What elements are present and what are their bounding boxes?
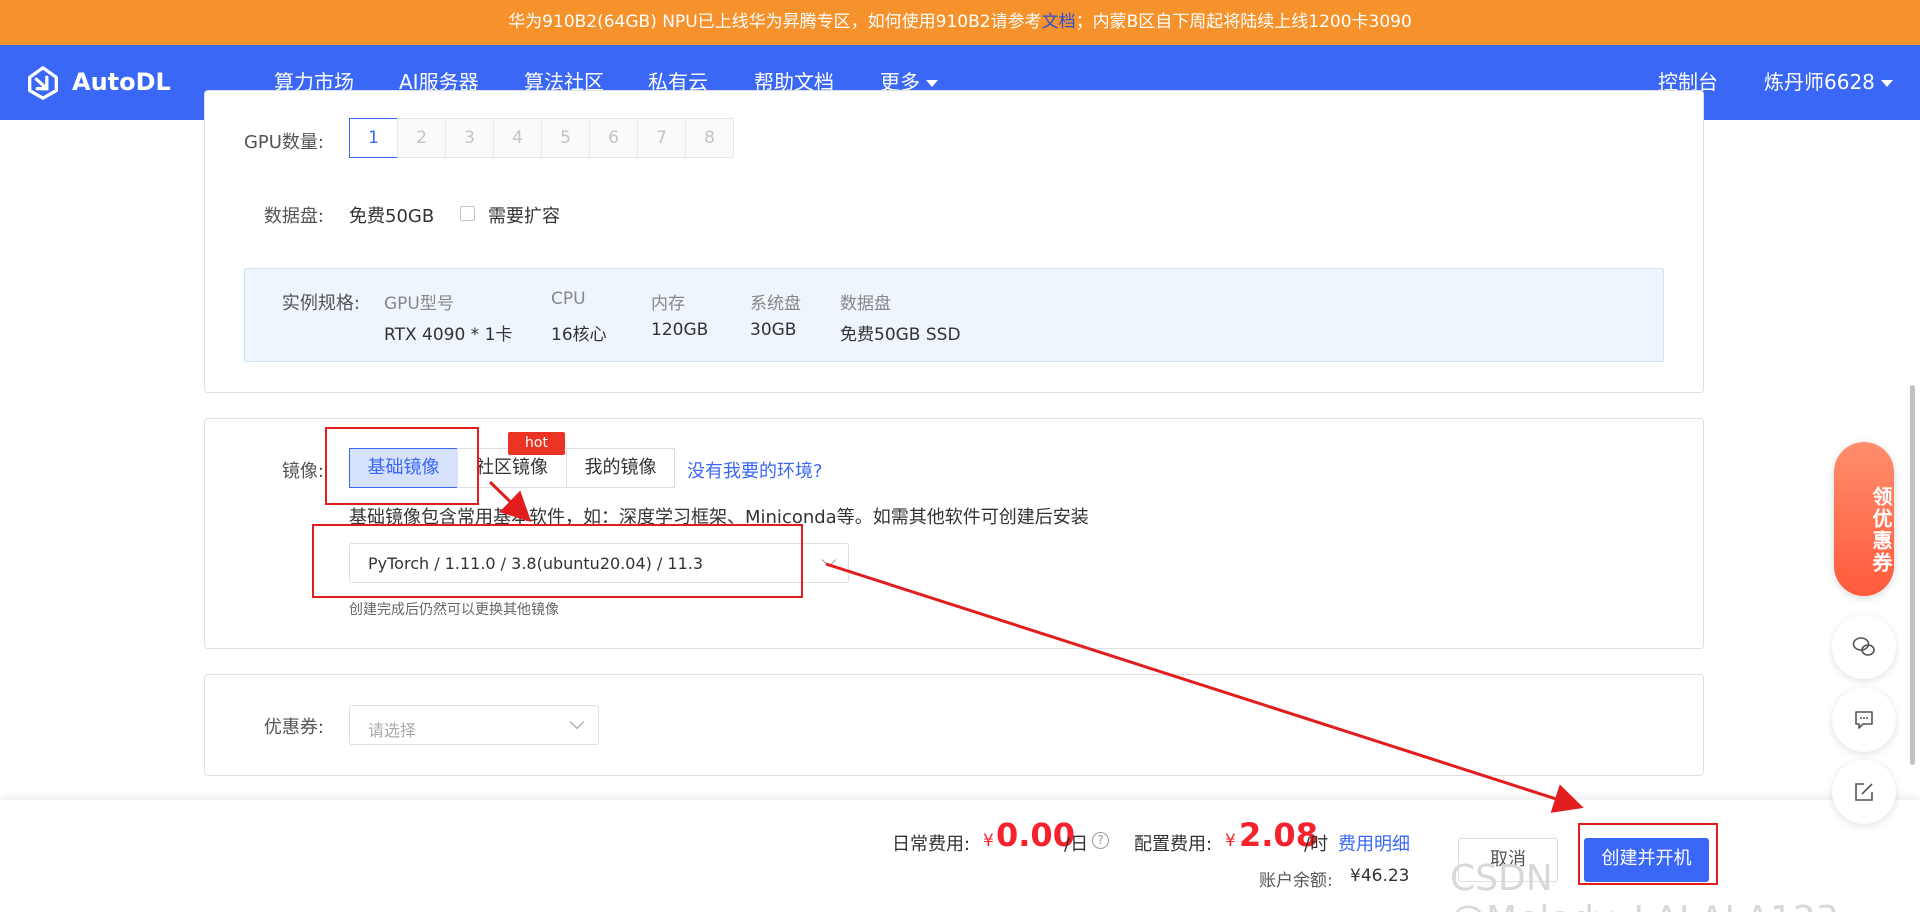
annotation-arrows [488, 480, 1584, 813]
csdn-watermark: CSDN @Melody_LALALA123 [1450, 858, 1839, 912]
